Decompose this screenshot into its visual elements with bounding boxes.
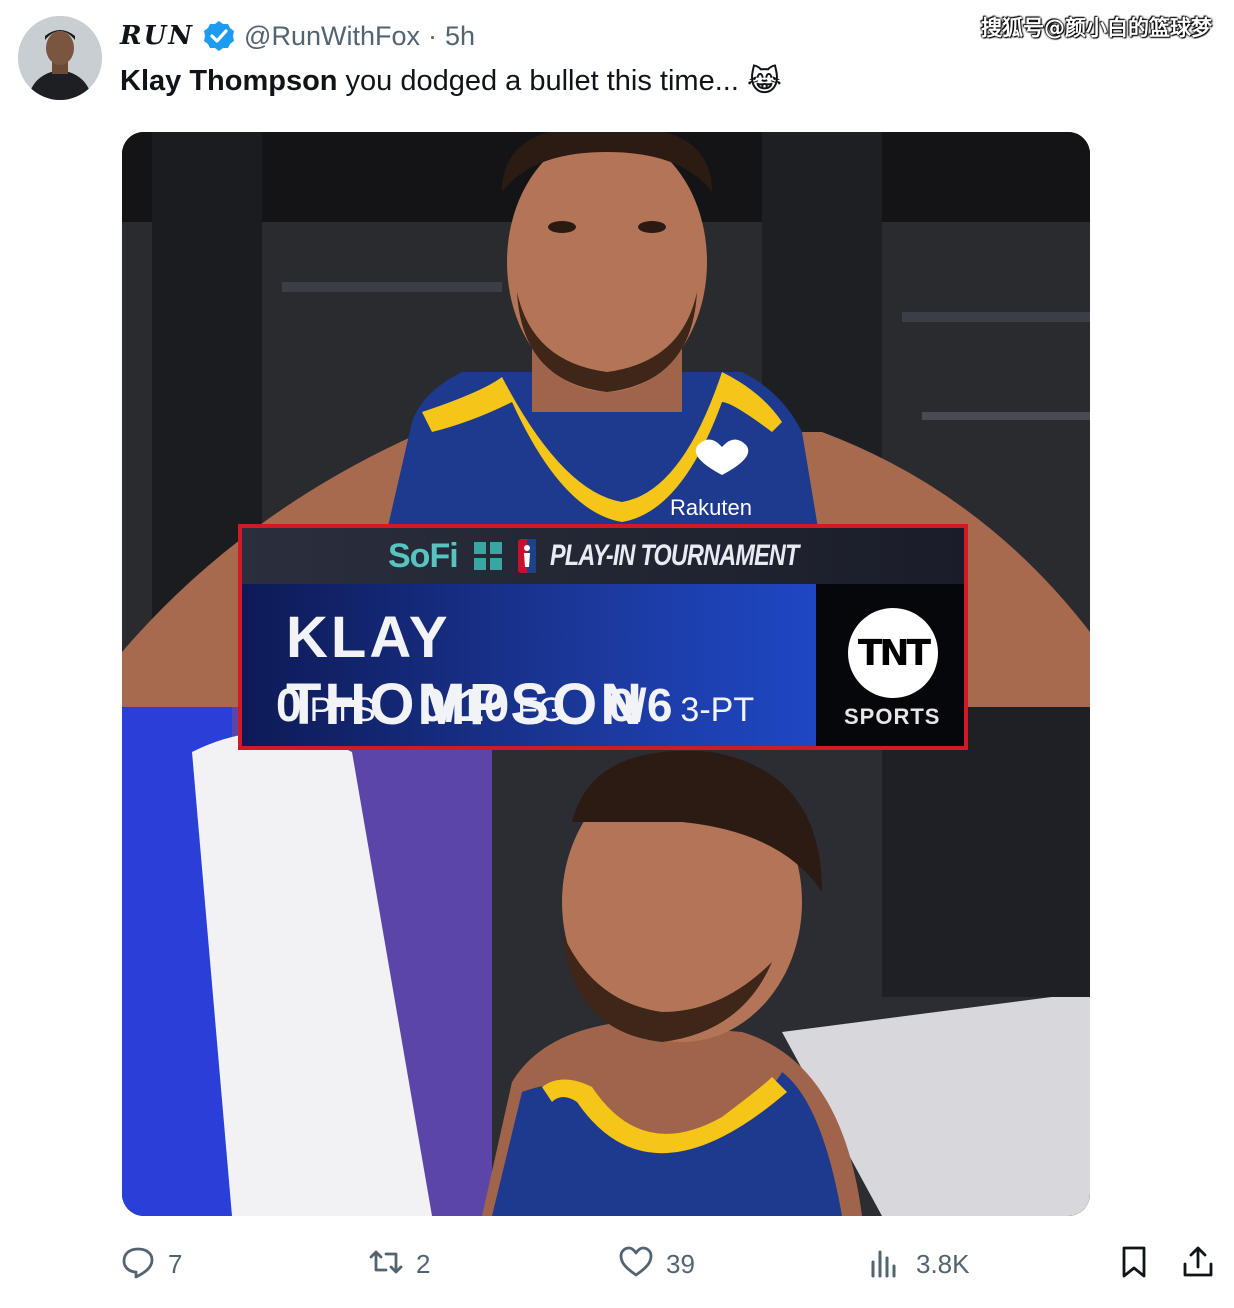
stat-line: 0 PTS 0/10 FG 0/6 3-PT bbox=[276, 678, 754, 732]
tweet-text-rest: you dodged a bullet this time... bbox=[345, 65, 739, 97]
reply-count: 7 bbox=[168, 1248, 183, 1279]
watermark: 搜狐号@颜小白的篮球梦 bbox=[981, 16, 1212, 40]
stat-value: 0/6 bbox=[608, 679, 673, 731]
author-handle[interactable]: @RunWithFox bbox=[244, 21, 420, 52]
stat-overlay: SoFi PLAY-IN TOURNAMENT KLAY THOMPSON 0 bbox=[238, 524, 968, 750]
repost-icon bbox=[368, 1244, 404, 1285]
tweet-text: Klay Thompson you dodged a bullet this t… bbox=[120, 64, 782, 99]
reply-icon bbox=[120, 1244, 156, 1285]
player-stat-panel: KLAY THOMPSON 0 PTS 0/10 FG 0/6 3-PT bbox=[242, 584, 816, 746]
stat-three-pointers: 0/6 3-PT bbox=[608, 678, 754, 732]
sponsor-logo: SoFi bbox=[388, 536, 459, 575]
bookmark-button[interactable] bbox=[1116, 1242, 1152, 1286]
share-button[interactable] bbox=[1180, 1242, 1216, 1286]
network-name: TNT bbox=[857, 632, 931, 674]
avatar[interactable] bbox=[18, 16, 102, 100]
avatar-image bbox=[18, 16, 102, 100]
event-title: PLAY-IN TOURNAMENT bbox=[549, 539, 799, 572]
tweet-actions: 7 2 39 3.8K bbox=[120, 1242, 1220, 1286]
share-icon bbox=[1180, 1244, 1216, 1285]
stat-label: FG bbox=[517, 691, 565, 729]
author-name[interactable]: RUN bbox=[120, 21, 194, 51]
tweet-media-image[interactable]: Rakuten SoFi PLAY-IN TOURNAMENT KLAY THO… bbox=[122, 132, 1090, 1216]
repost-count: 2 bbox=[416, 1248, 431, 1279]
nba-logo-icon bbox=[517, 539, 536, 573]
like-button[interactable]: 39 bbox=[618, 1242, 695, 1286]
network-sub: SPORTS bbox=[844, 704, 941, 729]
stat-label: PTS bbox=[309, 691, 376, 729]
stat-field-goals: 0/10 FG bbox=[420, 678, 565, 732]
overlay-header: SoFi PLAY-IN TOURNAMENT bbox=[242, 528, 964, 584]
views-button[interactable]: 3.8K bbox=[868, 1242, 970, 1286]
cat-tears-emoji-icon: 😹 bbox=[746, 65, 782, 98]
reply-button[interactable]: 7 bbox=[120, 1242, 182, 1286]
stat-value: 0/10 bbox=[419, 679, 510, 731]
stat-points: 0 PTS bbox=[276, 678, 376, 732]
views-count: 3.8K bbox=[916, 1248, 970, 1279]
bookmark-icon bbox=[1116, 1244, 1152, 1285]
stat-value: 0 bbox=[276, 679, 302, 731]
separator-dot: · bbox=[428, 20, 437, 51]
tweet-header: RUN @RunWithFox · 5h bbox=[120, 18, 475, 54]
repost-button[interactable]: 2 bbox=[368, 1242, 430, 1286]
network-logo: TNT SPORTS bbox=[816, 584, 964, 746]
verified-badge-icon bbox=[202, 19, 236, 53]
like-count: 39 bbox=[666, 1248, 695, 1279]
jersey-sponsor-text: Rakuten bbox=[670, 495, 752, 520]
stat-label: 3-PT bbox=[680, 691, 755, 729]
tweet-text-bold: Klay Thompson bbox=[120, 65, 338, 97]
tnt-logo-icon: TNT bbox=[848, 608, 938, 698]
sofi-grid-icon bbox=[472, 540, 504, 572]
tweet-time[interactable]: 5h bbox=[445, 21, 475, 52]
views-chart-icon bbox=[868, 1244, 904, 1285]
heart-icon bbox=[618, 1244, 654, 1285]
